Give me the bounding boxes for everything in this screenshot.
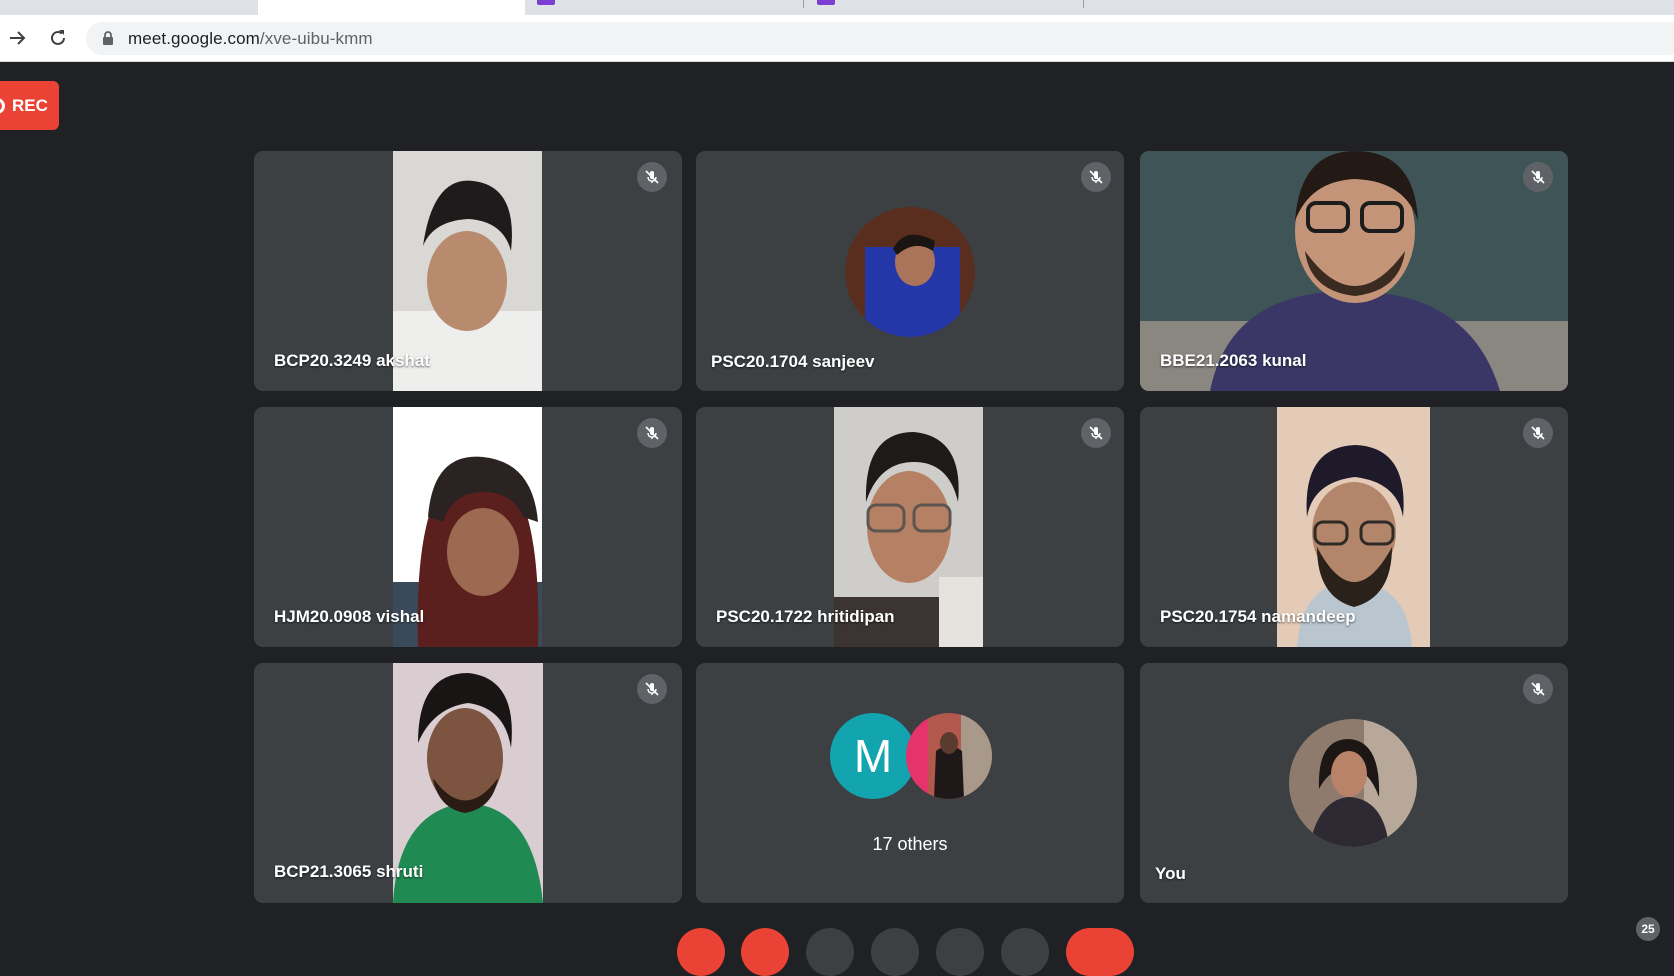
mic-muted-indicator xyxy=(1081,162,1111,192)
camera-toggle-button[interactable] xyxy=(741,928,789,976)
others-avatar-initial: M xyxy=(830,713,916,799)
tab-favicon-icon xyxy=(817,0,835,5)
mic-muted-indicator xyxy=(1081,418,1111,448)
recording-badge: REC xyxy=(0,81,59,130)
mic-off-icon xyxy=(645,682,659,696)
mic-off-icon xyxy=(1531,170,1545,184)
mic-off-icon xyxy=(1531,426,1545,440)
participant-tile[interactable]: PSC20.1704 sanjeev xyxy=(696,151,1124,391)
others-count-label: 17 others xyxy=(872,834,948,854)
participant-avatar xyxy=(845,207,975,337)
participant-name: PSC20.1722 hritidipan xyxy=(716,607,895,626)
browser-tab-strip xyxy=(0,0,1674,15)
browser-tab[interactable] xyxy=(1083,0,1583,15)
arrow-right-icon xyxy=(10,31,26,45)
present-button[interactable] xyxy=(936,928,984,976)
participant-name: BCP21.3065 shruti xyxy=(274,862,424,881)
reload-button[interactable] xyxy=(44,24,72,52)
browser-tab[interactable] xyxy=(537,0,802,15)
url-host: meet.google.com xyxy=(128,29,260,48)
browser-tab-active[interactable] xyxy=(258,0,525,15)
participant-name: PSC20.1704 sanjeev xyxy=(711,352,875,371)
mic-toggle-button[interactable] xyxy=(677,928,725,976)
tab-separator xyxy=(803,0,804,8)
captions-button[interactable] xyxy=(806,928,854,976)
participant-tile[interactable]: BCP21.3065 shruti xyxy=(254,663,682,903)
mic-muted-indicator xyxy=(1523,674,1553,704)
browser-tab[interactable] xyxy=(0,0,242,15)
record-icon xyxy=(0,97,5,114)
participant-tile[interactable]: PSC20.1754 namandeep xyxy=(1140,407,1568,647)
reload-icon xyxy=(51,30,65,45)
mic-off-icon xyxy=(1089,170,1103,184)
raise-hand-button[interactable] xyxy=(871,928,919,976)
participant-name: BCP20.3249 akshat xyxy=(274,351,430,370)
mic-muted-indicator xyxy=(637,674,667,704)
mic-muted-indicator xyxy=(1523,418,1553,448)
mic-muted-indicator xyxy=(637,162,667,192)
participant-name: HJM20.0908 vishal xyxy=(274,607,425,626)
participant-count-badge[interactable]: 25 xyxy=(1636,917,1660,941)
others-tile[interactable]: M 17 others xyxy=(696,663,1124,903)
participant-tile[interactable]: PSC20.1722 hritidipan xyxy=(696,407,1124,647)
participant-tile[interactable]: BCP20.3249 akshat xyxy=(254,151,682,391)
browser-toolbar: meet.google.com/xve-uibu-kmm xyxy=(0,15,1674,62)
url-text: meet.google.com/xve-uibu-kmm xyxy=(128,29,373,49)
participant-name: PSC20.1754 namandeep xyxy=(1160,607,1356,626)
more-options-button[interactable] xyxy=(1001,928,1049,976)
lock-icon xyxy=(103,31,113,45)
mic-off-icon xyxy=(645,170,659,184)
url-path: /xve-uibu-kmm xyxy=(259,29,373,48)
mic-muted-indicator xyxy=(637,418,667,448)
address-bar[interactable]: meet.google.com/xve-uibu-kmm xyxy=(86,22,1674,55)
tab-favicon-icon xyxy=(537,0,555,5)
self-avatar xyxy=(1289,719,1417,847)
recording-label: REC xyxy=(12,95,48,115)
participant-tile[interactable]: HJM20.0908 vishal xyxy=(254,407,682,647)
mic-off-icon xyxy=(1089,426,1103,440)
participant-name: BBE21.2063 kunal xyxy=(1160,351,1307,370)
others-avatar xyxy=(906,713,992,799)
mic-off-icon xyxy=(1531,682,1545,696)
tab-separator xyxy=(1083,0,1084,8)
browser-tab[interactable] xyxy=(803,0,1083,15)
forward-button[interactable] xyxy=(3,24,31,52)
mic-muted-indicator xyxy=(1523,162,1553,192)
mic-off-icon xyxy=(645,426,659,440)
self-name: You xyxy=(1155,864,1186,883)
self-tile[interactable]: You xyxy=(1140,663,1568,903)
participant-tile[interactable]: BBE21.2063 kunal xyxy=(1140,151,1568,391)
leave-call-button[interactable] xyxy=(1066,928,1134,976)
